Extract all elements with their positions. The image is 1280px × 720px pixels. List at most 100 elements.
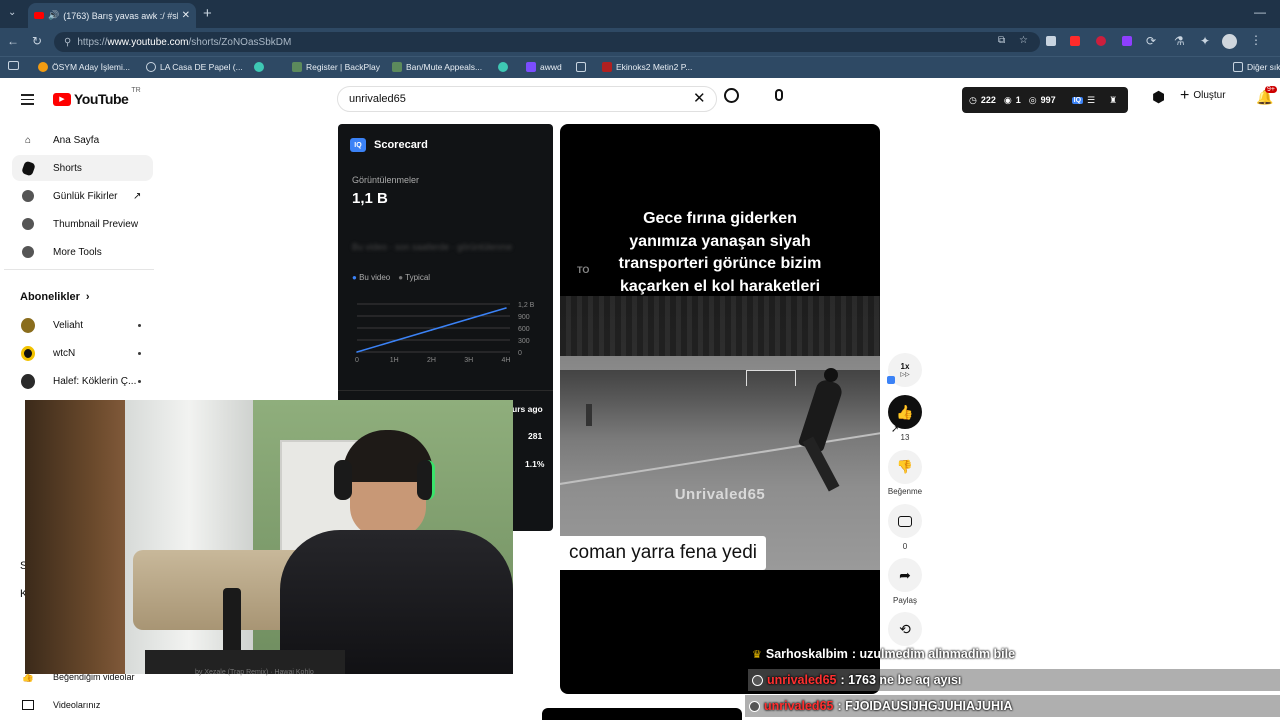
search-icon[interactable] (724, 88, 739, 103)
views-value: 1,1 B (352, 190, 388, 207)
comment-count: 0 (902, 542, 908, 551)
url-field[interactable]: ⚲ https://www.youtube.com/shorts/ZoNOasS… (54, 32, 1040, 52)
browser-menu-icon[interactable]: ⋮ (1250, 33, 1262, 47)
creator-stats-pill[interactable]: ◷ 222 ◉ 1 ◎ 997 IQ ☰ ♜ (962, 87, 1128, 113)
audio-icon[interactable]: 🔊 (48, 10, 59, 21)
clear-search-icon[interactable]: ✕ (693, 89, 706, 107)
bookmark-favicon-icon (392, 62, 402, 72)
menu-icon[interactable] (21, 91, 34, 108)
youtube-favicon-icon (34, 12, 44, 19)
extension-icon-4[interactable] (1122, 36, 1132, 46)
profile-avatar[interactable] (1222, 34, 1237, 49)
bookmark-ban-mute[interactable]: Ban/Mute Appeals... (392, 62, 482, 72)
minimize-window-icon[interactable]: — (1254, 5, 1266, 19)
like-count: 13 (900, 433, 910, 442)
trophy-icon[interactable]: ♜ (1109, 95, 1117, 106)
notification-count-badge: 9+ (1265, 86, 1277, 93)
legend-this-video: ● Bu video (352, 273, 391, 282)
sidebar-item-your-videos[interactable]: Videolarınız (12, 692, 153, 718)
bookmark-ekinoks2[interactable]: Ekinoks2 Metin2 P... (602, 62, 692, 72)
sidebar-item-gunluk-fikirler[interactable]: Günlük Fikirler ↗ (12, 183, 153, 209)
notifications-button[interactable]: 🔔 9+ (1256, 86, 1277, 107)
iq-logo-icon: IQ (350, 138, 366, 152)
extension-icon-6[interactable]: ⚗ (1174, 34, 1185, 48)
globe-icon (146, 62, 156, 72)
site-info-icon[interactable]: ⚲ (64, 37, 71, 48)
plus-icon: + (1180, 86, 1190, 104)
crowd-stands (560, 296, 880, 356)
shield-icon (254, 62, 264, 72)
sidebar-item-shorts[interactable]: Shorts (12, 155, 153, 181)
channel-avatar (21, 345, 35, 361)
subscriptions-heading[interactable]: Abonelikler › (20, 291, 90, 303)
voice-search-icon[interactable] (775, 89, 783, 101)
bookmark-teal-2[interactable] (498, 62, 508, 72)
search-input[interactable]: unrivaled65 ✕ (337, 86, 717, 112)
apps-icon[interactable] (8, 61, 19, 70)
sidebar-sub-veliaht[interactable]: Veliaht (12, 312, 153, 338)
extension-icon-5[interactable]: ⟳ (1146, 34, 1156, 48)
bookmark-register-backplay[interactable]: Register | BackPlay (292, 62, 380, 72)
reload-icon[interactable]: ↻ (32, 34, 42, 48)
bookmark-la-casa[interactable]: LA Casa DE Papel (... (146, 62, 243, 72)
tab-title: (1763) Barış yavas awk :/ #sho (63, 10, 178, 21)
youtube-play-icon: ▶ (53, 92, 71, 106)
series-point (356, 351, 358, 353)
y-tick-label: 900 (518, 314, 530, 321)
extensions-puzzle-icon[interactable]: ✦ (1200, 34, 1210, 48)
sidebar-item-more-tools[interactable]: More Tools (12, 239, 153, 265)
microphone-icon (223, 588, 241, 658)
comments-button[interactable] (888, 504, 922, 538)
chevron-right-icon: › (85, 291, 90, 303)
share-label: Paylaş (892, 596, 917, 605)
extension-icon-1[interactable] (1046, 36, 1056, 46)
x-tick-label: 0 (355, 357, 359, 364)
eye-icon: ◉ (1003, 94, 1012, 105)
url-text: https://www.youtube.com/shorts/ZoNOasSbk… (77, 36, 292, 48)
x-tick-label: 1H (390, 357, 399, 364)
bookmark-osym[interactable]: ÖSYM Aday İşlemi... (38, 62, 130, 72)
channel-avatar (21, 373, 35, 389)
tab-list-icon[interactable]: ⌄ (8, 7, 16, 18)
iq-icon[interactable]: IQ (1071, 96, 1084, 104)
shorts-video-player[interactable]: Gece fırına giderken yanımıza yanaşan si… (560, 124, 880, 694)
metric-value: 281 (528, 431, 543, 441)
bookmark-awwd[interactable]: awwd (526, 62, 562, 72)
video-icon (21, 698, 35, 712)
headset-earcup (417, 460, 435, 500)
settings-extension-icon[interactable]: ⬢ (1152, 88, 1165, 106)
close-tab-icon[interactable]: ✕ (182, 10, 190, 21)
remix-button[interactable]: ⟲ (888, 612, 922, 646)
chat-message: unrivaled65 : 1763 ne be aq ayısı (748, 669, 1280, 691)
preview-icon (21, 217, 35, 231)
bookmark-teal[interactable] (254, 62, 264, 72)
sidebar-sub-wtcn[interactable]: wtcN (12, 340, 153, 366)
metric-percent: 1.1% (525, 459, 545, 469)
chat-message: unrivaled65 : FJOIDAUSIJHGJUHIAJUHIA (745, 695, 1280, 717)
series-point (393, 340, 396, 342)
youtube-logo[interactable]: ▶ YouTube TR (53, 87, 141, 107)
sidebar-item-thumbnail-preview[interactable]: Thumbnail Preview (12, 211, 153, 237)
extension-icon-3[interactable] (1096, 36, 1106, 46)
broadcaster-icon (752, 674, 763, 686)
headset-icon (334, 460, 352, 500)
bookmark-star-icon[interactable]: ☆ (1019, 35, 1028, 46)
football-pitch-scene (560, 296, 880, 570)
sidebar-sub-halef[interactable]: Halef: Köklerin Ç... (12, 368, 153, 394)
create-button[interactable]: + Oluştur (1180, 86, 1226, 104)
list-icon[interactable]: ☰ (1087, 95, 1095, 106)
bookmark-doc[interactable] (576, 62, 586, 72)
dislike-button[interactable]: 👎 (888, 450, 922, 484)
chart-legend: ● Bu video ● Typical (352, 273, 430, 282)
share-button[interactable]: ➦ (888, 558, 922, 592)
install-app-icon[interactable]: ⧉ (998, 35, 1005, 46)
scorecard-title: Scorecard (374, 139, 428, 151)
back-icon[interactable]: ← (7, 34, 19, 48)
sidebar-item-home[interactable]: ⌂ Ana Sayfa (12, 127, 153, 153)
other-bookmarks[interactable]: Diğer sık (1233, 62, 1280, 72)
series-point (467, 318, 470, 320)
extension-icon-2[interactable] (1070, 36, 1080, 46)
new-tab-icon[interactable]: + (203, 5, 212, 22)
document-icon (576, 62, 586, 72)
browser-tab[interactable]: 🔊 (1763) Barış yavas awk :/ #sho ✕ (28, 3, 196, 28)
